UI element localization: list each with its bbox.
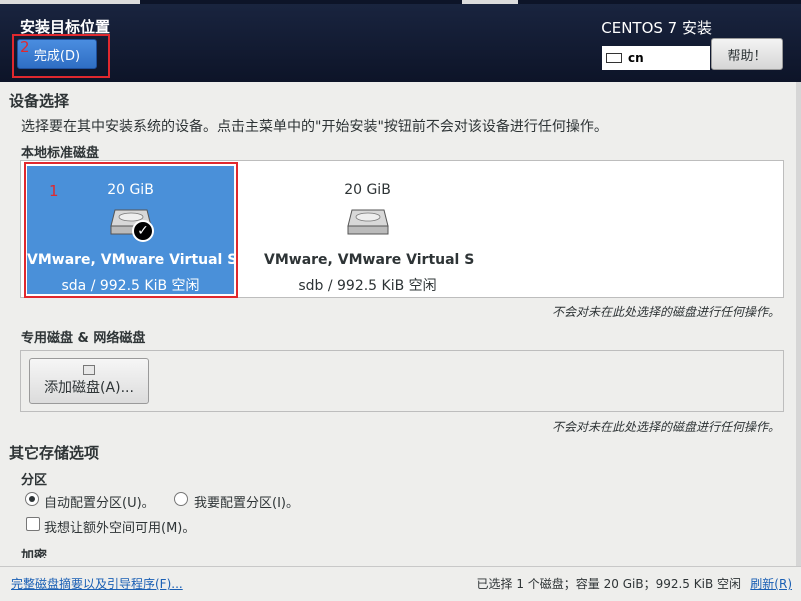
keyboard-icon	[606, 53, 622, 63]
keyboard-layout-indicator[interactable]: cn	[602, 46, 710, 70]
add-disk-label: 添加磁盘(A)...	[44, 380, 134, 396]
scrollbar[interactable]	[796, 82, 801, 566]
add-disk-button[interactable]: 添加磁盘(A)...	[29, 358, 149, 404]
disk-info: sdb / 992.5 KiB 空闲	[298, 278, 437, 294]
other-storage-title: 其它存储选项	[9, 444, 100, 462]
disk-sdb[interactable]: 20 GiB VMware, VMware Virtual S sdb / 99…	[264, 166, 475, 294]
keyboard-layout-label: cn	[628, 51, 644, 65]
local-disks-label: 本地标准磁盘	[21, 146, 100, 161]
local-disk-note: 不会对未在此处选择的磁盘进行任何操作。	[551, 305, 780, 319]
hard-disk-icon	[347, 209, 389, 235]
refresh-link[interactable]: 刷新(R)	[750, 575, 792, 592]
disk-summary-link[interactable]: 完整磁盘摘要以及引导程序(F)...	[11, 575, 183, 592]
manual-partition-label[interactable]: 我要配置分区(I)。	[194, 492, 299, 511]
top-strip-tab	[140, 0, 462, 4]
selection-status: 已选择 1 个磁盘；容量 20 GiB；992.5 KiB 空闲	[476, 577, 741, 591]
specialized-disk-panel: 添加磁盘(A)...	[20, 350, 784, 412]
disk-name: VMware, VMware Virtual S	[264, 252, 475, 268]
specialized-disk-note: 不会对未在此处选择的磁盘进行任何操作。	[551, 420, 780, 434]
manual-partition-radio[interactable]	[174, 492, 188, 506]
encryption-label: 加密	[21, 549, 48, 558]
annotation-number-2: 2	[20, 38, 30, 56]
annotation-number-1: 1	[49, 182, 59, 200]
footer-bar: 完整磁盘摘要以及引导程序(F)... 已选择 1 个磁盘；容量 20 GiB；9…	[0, 566, 801, 601]
extra-space-label[interactable]: 我想让额外空间可用(M)。	[44, 517, 195, 536]
extra-space-checkbox[interactable]	[26, 517, 40, 531]
top-strip-tab	[518, 0, 801, 4]
help-button[interactable]: 帮助！	[711, 38, 783, 70]
header-bar: 安装目标位置 完成(D) CENTOS 7 安装 cn 帮助！	[0, 0, 801, 82]
auto-partition-label[interactable]: 自动配置分区(U)。	[44, 492, 155, 511]
device-selection-description: 选择要在其中安装系统的设备。点击主菜单中的"开始安装"按钮前不会对该设备进行任何…	[21, 119, 608, 135]
device-selection-title: 设备选择	[9, 92, 70, 110]
product-title: CENTOS 7 安装	[601, 19, 712, 37]
disk-size: 20 GiB	[344, 182, 391, 198]
auto-partition-radio[interactable]	[25, 492, 39, 506]
partition-label: 分区	[21, 473, 48, 488]
specialized-disks-label: 专用磁盘 & 网络磁盘	[21, 331, 146, 346]
disk-add-icon	[83, 365, 95, 375]
